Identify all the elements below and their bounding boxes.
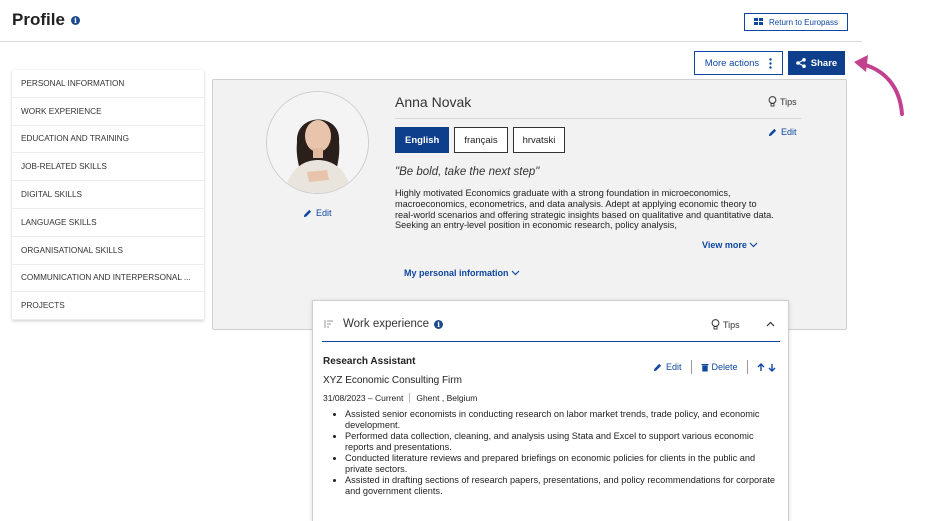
sidebar-item-job-related-skills[interactable]: JOB-RELATED SKILLS [12,153,204,182]
more-actions-button[interactable]: More actions [694,51,783,75]
job-meta: 31/08/2023 – Current Ghent , Belgium [323,393,477,403]
work-tips-button[interactable]: Tips [711,319,740,330]
job-title: Research Assistant [323,356,416,367]
sidebar-item-projects[interactable]: PROJECTS [12,292,204,321]
job-company: XYZ Economic Consulting Firm [323,375,462,386]
pencil-icon [653,363,662,371]
job-location: Ghent , Belgium [416,393,478,403]
sidebar-item-personal-information[interactable]: PERSONAL INFORMATION [12,70,204,98]
sidebar-item-work-experience[interactable]: WORK EXPERIENCE [12,98,204,126]
profile-edit-button[interactable]: Edit [768,127,797,137]
info-icon[interactable]: i [434,319,444,329]
photo-edit-button[interactable]: Edit [303,208,332,218]
job-bullet-list: Assisted senior economists in conducting… [333,409,781,497]
top-bar [0,0,862,42]
job-delete-button[interactable]: Delete [701,362,738,372]
grid-icon [754,18,764,26]
list-item: Conducted literature reviews and prepare… [345,453,781,475]
photo-edit-label: Edit [316,208,332,218]
return-to-europass-button[interactable]: Return to Europass [744,13,848,31]
language-tab-francais[interactable]: français [454,127,508,153]
list-item: Assisted in drafting sections of researc… [345,475,781,497]
sort-list-icon [324,320,333,328]
job-dates: 31/08/2023 – Current [323,393,404,403]
page-title: Profile [12,10,65,29]
page-title-wrap: Profile i [12,10,80,30]
sidebar-item-organisational-skills[interactable]: ORGANISATIONAL SKILLS [12,237,204,265]
action-divider [690,360,692,374]
more-actions-label: More actions [704,57,760,69]
profile-motto: "Be bold, take the next step" [395,166,540,178]
avatar [266,91,369,194]
list-item: Assisted senior economists in conducting… [345,409,781,431]
return-label: Return to Europass [769,17,838,27]
arrow-up-icon[interactable] [757,362,765,372]
job-actions: Edit Delete [653,360,776,374]
meta-divider [409,393,411,403]
trash-icon [701,363,709,371]
tips-button[interactable]: Tips [768,96,797,107]
language-tab-english[interactable]: English [395,127,450,153]
section-divider [322,341,780,342]
chevron-down-icon [749,242,758,248]
personal-info-link[interactable]: My personal information [404,268,520,278]
job-edit-button[interactable]: Edit [653,362,682,372]
language-tabs: English français hrvatski [395,127,566,153]
chevron-down-icon [511,270,520,276]
work-experience-title-wrap: Work experience i [343,318,444,330]
share-label: Share [810,57,838,69]
sidebar-item-communication[interactable]: COMMUNICATION AND INTERPERSONAL ... [12,265,204,293]
view-more-link[interactable]: View more [702,240,758,250]
profile-name: Anna Novak [395,94,472,110]
reorder-controls [757,362,776,372]
language-tab-hrvatski[interactable]: hrvatski [512,127,566,153]
info-icon[interactable]: i [70,15,80,25]
avatar-photo-icon [267,92,368,193]
arrow-down-icon[interactable] [768,363,776,372]
sidebar-item-digital-skills[interactable]: DIGITAL SKILLS [12,181,204,209]
lightbulb-icon [768,96,777,107]
work-experience-card: Work experience i Tips Research Assistan… [312,300,789,521]
list-item: Performed data collection, cleaning, and… [345,431,781,453]
tips-label: Tips [780,96,797,107]
job-delete-label: Delete [711,362,738,372]
kebab-icon [769,57,772,69]
lightbulb-icon [711,319,720,330]
share-button[interactable]: Share [788,51,845,75]
pencil-icon [303,209,312,217]
sidebar: PERSONAL INFORMATION WORK EXPERIENCE EDU… [12,70,204,321]
job-edit-label: Edit [666,362,682,372]
personal-info-label: My personal information [404,268,509,278]
sidebar-item-language-skills[interactable]: LANGUAGE SKILLS [12,209,204,237]
work-tips-label: Tips [723,319,740,330]
annotation-arrow-icon [854,55,904,116]
pencil-icon [768,128,777,136]
profile-card: Edit Anna Novak Tips English français hr… [212,79,847,330]
profile-edit-label: Edit [781,127,797,137]
divider [395,118,801,119]
profile-summary: Highly motivated Economics graduate with… [395,188,774,231]
chevron-up-icon[interactable] [766,321,775,327]
action-divider [746,360,748,374]
work-experience-title: Work experience [343,318,430,330]
sidebar-item-education-and-training[interactable]: EDUCATION AND TRAINING [12,126,204,154]
share-icon [795,58,806,68]
view-more-label: View more [702,240,747,250]
